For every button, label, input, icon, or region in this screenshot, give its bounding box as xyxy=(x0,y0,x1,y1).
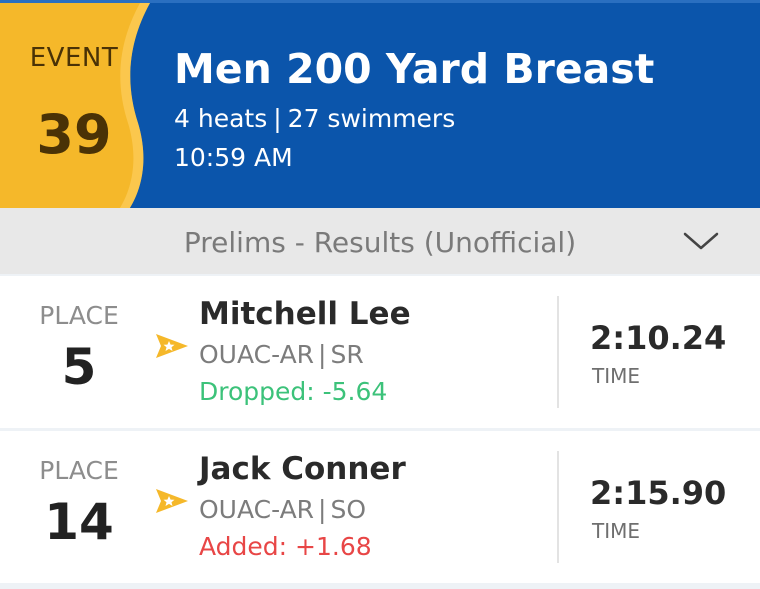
team-separator: | xyxy=(318,340,327,369)
result-card[interactable]: PLACE 14 Jack Conner OUAC-AR | SO Added: +… xyxy=(0,431,760,583)
event-results-screen: EVENT 39 Men 200 Yard Breast 4 heats | 27 … xyxy=(0,0,760,589)
summary-separator: | xyxy=(273,104,282,133)
class-year: SR xyxy=(330,340,364,369)
star-icon xyxy=(156,334,188,358)
place-number: 14 xyxy=(44,493,114,551)
swimmer-team-year: OUAC-AR | SR xyxy=(199,340,364,369)
event-header: EVENT 39 Men 200 Yard Breast 4 heats | 27 … xyxy=(0,0,760,211)
swimmer-team-year: OUAC-AR | SO xyxy=(199,495,366,524)
place-label: PLACE xyxy=(39,456,119,485)
event-label: EVENT xyxy=(29,43,119,73)
chevron-down-icon[interactable] xyxy=(682,226,720,254)
swimmer-count: 27 swimmers xyxy=(287,104,456,133)
class-year: SO xyxy=(330,495,367,524)
swim-time: 2:15.90 xyxy=(590,474,727,512)
place-label: PLACE xyxy=(39,301,119,330)
event-badge: EVENT 39 xyxy=(0,3,175,211)
team-name: OUAC-AR xyxy=(199,340,315,369)
swimmer-name: Jack Conner xyxy=(199,451,406,487)
results-dropdown[interactable]: Prelims - Results (Unofficial) xyxy=(0,208,760,274)
star-icon xyxy=(156,489,188,513)
section-title: Prelims - Results (Unofficial) xyxy=(183,226,577,259)
divider xyxy=(557,451,559,563)
time-label: TIME xyxy=(592,364,641,388)
event-number: 39 xyxy=(36,103,112,166)
swim-time: 2:10.24 xyxy=(590,319,727,357)
heat-count: 4 heats xyxy=(174,104,268,133)
swimmer-name: Mitchell Lee xyxy=(199,296,411,332)
divider xyxy=(557,296,559,408)
event-title: Men 200 Yard Breast xyxy=(174,45,655,93)
place-number: 5 xyxy=(61,338,97,396)
time-difference: Dropped: -5.64 xyxy=(199,377,388,406)
event-summary: 4 heats | 27 swimmers xyxy=(174,104,455,133)
time-difference: Added: +1.68 xyxy=(199,532,372,561)
team-name: OUAC-AR xyxy=(199,495,315,524)
event-time: 10:59 AM xyxy=(174,143,293,172)
result-card[interactable]: PLACE 5 Mitchell Lee OUAC-AR | SR Dropped:… xyxy=(0,276,760,428)
time-label: TIME xyxy=(592,519,641,543)
team-separator: | xyxy=(318,495,327,524)
